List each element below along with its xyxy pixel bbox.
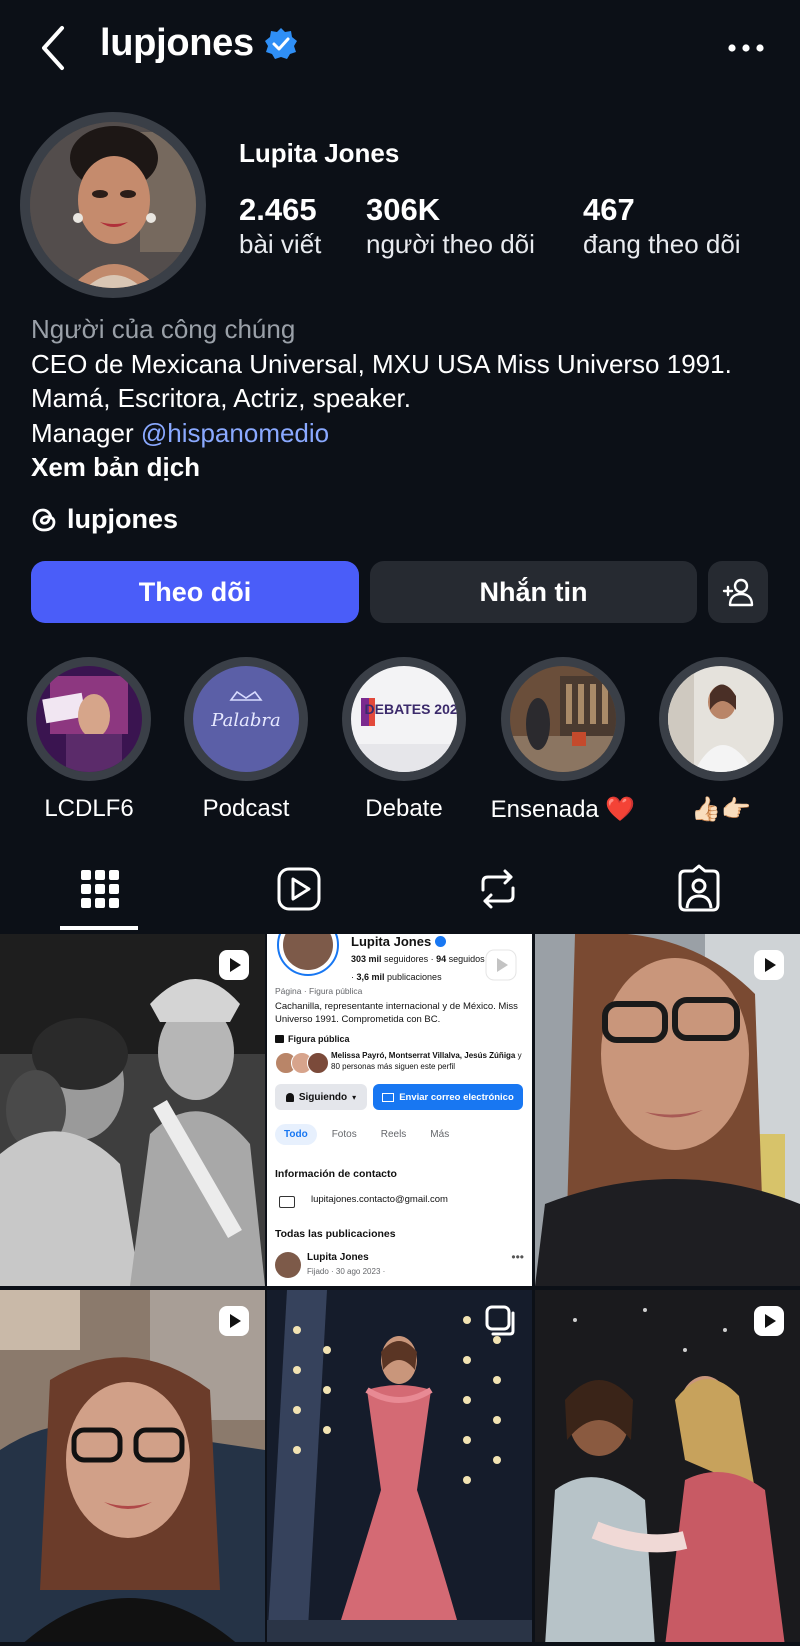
fb-email-label: Enviar correo electrónico <box>399 1091 514 1103</box>
fb-post-pinned: Fijado · 30 ago 2023 · <box>307 1267 386 1276</box>
fb-page-type: Página · Figura pública <box>275 986 363 996</box>
fb-tab-mas[interactable]: Más <box>421 1124 458 1145</box>
more-horizontal-icon[interactable] <box>726 30 766 66</box>
highlight-thumbs[interactable]: 👍🏻👉🏻 <box>659 657 783 824</box>
stat-following[interactable]: 467 đang theo dõi <box>583 192 741 260</box>
stat-posts-label: bài viết <box>239 229 322 259</box>
reposts-icon[interactable] <box>473 864 523 914</box>
tagged-icon[interactable] <box>674 864 724 914</box>
fb-contact-title: Información de contacto <box>275 1168 397 1180</box>
reel-indicator-icon <box>219 950 249 980</box>
post-thumbnail-1[interactable] <box>0 934 265 1286</box>
message-button[interactable]: Nhắn tin <box>370 561 697 623</box>
highlight-label: Podcast <box>202 795 290 822</box>
highlight-label: Debate <box>365 795 443 822</box>
fb-followers: 303 mil <box>351 954 382 964</box>
fb-posts: 3,6 mil <box>356 972 385 982</box>
fb-tab-fotos[interactable]: Fotos <box>323 1124 366 1145</box>
person-add-icon <box>722 578 754 607</box>
fb-post-author: Lupita Jones <box>307 1252 369 1263</box>
highlight-image-text: DEBATES 2021 <box>365 701 457 717</box>
avatar[interactable] <box>30 122 196 288</box>
fb-mail-icon <box>279 1196 295 1208</box>
stat-followers-value: 306K <box>366 192 441 227</box>
stat-following-value: 467 <box>583 192 635 227</box>
fb-following-label: Siguiendo <box>298 1091 348 1103</box>
fb-mutuals-names: Melissa Payró, Montserrat Villalva, Jesú… <box>331 1051 516 1060</box>
post-thumbnail-6[interactable] <box>535 1290 800 1642</box>
fb-figure: Figura pública <box>288 1034 350 1044</box>
bio-category: Người của công chúng <box>31 314 296 344</box>
stat-following-label: đang theo dõi <box>583 229 741 259</box>
stat-followers-label: người theo dõi <box>366 229 535 259</box>
fb-description: Cachanilla, representante internacional … <box>275 1001 518 1025</box>
fb-briefcase-icon <box>275 1035 284 1043</box>
fb-verified-icon <box>435 936 447 947</box>
post-thumbnail-3[interactable] <box>535 934 800 1286</box>
header-username: lupjones <box>100 22 298 65</box>
fb-bell-icon <box>285 1092 294 1102</box>
post-thumbnail-2[interactable]: Lupita Jones 303 mil seguidores · 94 seg… <box>267 934 532 1286</box>
grid-icon[interactable] <box>75 864 125 914</box>
fb-more-icon: ••• <box>511 1250 524 1264</box>
verified-badge-icon <box>264 27 297 59</box>
fb-following-label: seguidos <box>448 954 485 964</box>
fb-tab-reels[interactable]: Reels <box>372 1124 416 1145</box>
highlight-label: 👍🏻👉🏻 <box>691 796 751 823</box>
highlight-podcast[interactable]: Palabra Podcast <box>184 657 308 823</box>
fb-all-posts: Todas las publicaciones <box>275 1228 396 1240</box>
stat-posts[interactable]: 2.465 bài viết <box>239 192 321 260</box>
post-thumbnail-5[interactable] <box>267 1290 532 1642</box>
fb-post-avatar <box>275 1252 301 1278</box>
carousel-indicator-icon <box>485 1305 515 1336</box>
threads-handle: lupjones <box>67 504 179 534</box>
bio-line-1: CEO de Mexicana Universal, MXU USA Miss … <box>31 348 732 379</box>
stat-followers[interactable]: 306K người theo dõi <box>366 192 535 260</box>
reels-icon[interactable] <box>274 864 324 914</box>
add-person-button[interactable] <box>708 561 768 623</box>
bio-manager-link[interactable]: @hispanomedio <box>141 418 329 448</box>
bio: Người của công chúng CEO de Mexicana Uni… <box>31 312 781 485</box>
highlight-ensenada[interactable]: Ensenada ❤️ <box>491 657 635 824</box>
fb-email-button[interactable]: Enviar correo electrónico <box>373 1084 523 1110</box>
fb-followers-label: seguidores <box>384 954 429 964</box>
post-thumbnail-4[interactable] <box>0 1290 265 1642</box>
fb-name: Lupita Jones <box>351 934 432 949</box>
highlight-lcdlf6[interactable]: LCDLF6 <box>27 657 151 823</box>
fb-tab-todo[interactable]: Todo <box>275 1124 317 1145</box>
fb-caret-icon: ▾ <box>352 1092 357 1102</box>
highlight-image-text: Palabra <box>210 710 280 731</box>
fb-avatar <box>277 934 339 976</box>
fb-mail-icon <box>382 1092 395 1102</box>
active-tab-indicator <box>60 926 138 930</box>
fb-following: 94 <box>436 954 447 964</box>
fb-following-button[interactable]: Siguiendo ▾ <box>275 1084 367 1110</box>
reel-indicator-icon <box>485 949 517 981</box>
stat-posts-value: 2.465 <box>239 192 317 227</box>
reel-indicator-icon <box>754 950 784 980</box>
fb-email: lupitajones.contacto@gmail.com <box>311 1194 448 1205</box>
see-translation-link[interactable]: Xem bản dịch <box>31 450 781 485</box>
fb-posts-label: publicaciones <box>387 972 442 982</box>
threads-icon <box>32 508 56 531</box>
highlight-debate[interactable]: DEBATES 2021 Debate <box>342 657 466 823</box>
full-name: Lupita Jones <box>239 138 400 168</box>
back-chevron-icon[interactable] <box>34 24 74 72</box>
highlight-label: Ensenada ❤️ <box>490 796 636 823</box>
reel-indicator-icon <box>754 1306 784 1336</box>
fb-mutual-avatars <box>275 1052 329 1074</box>
bio-manager-prefix: Manager <box>31 417 141 448</box>
username-text: lupjones <box>100 22 254 64</box>
threads-link[interactable]: lupjones <box>31 504 178 535</box>
bio-line-2: Mamá, Escritora, Actriz, speaker. <box>31 383 412 413</box>
follow-button[interactable]: Theo dõi <box>31 561 359 623</box>
bio-manager: Manager @hispanomedio <box>31 416 781 451</box>
reel-indicator-icon <box>219 1306 249 1336</box>
